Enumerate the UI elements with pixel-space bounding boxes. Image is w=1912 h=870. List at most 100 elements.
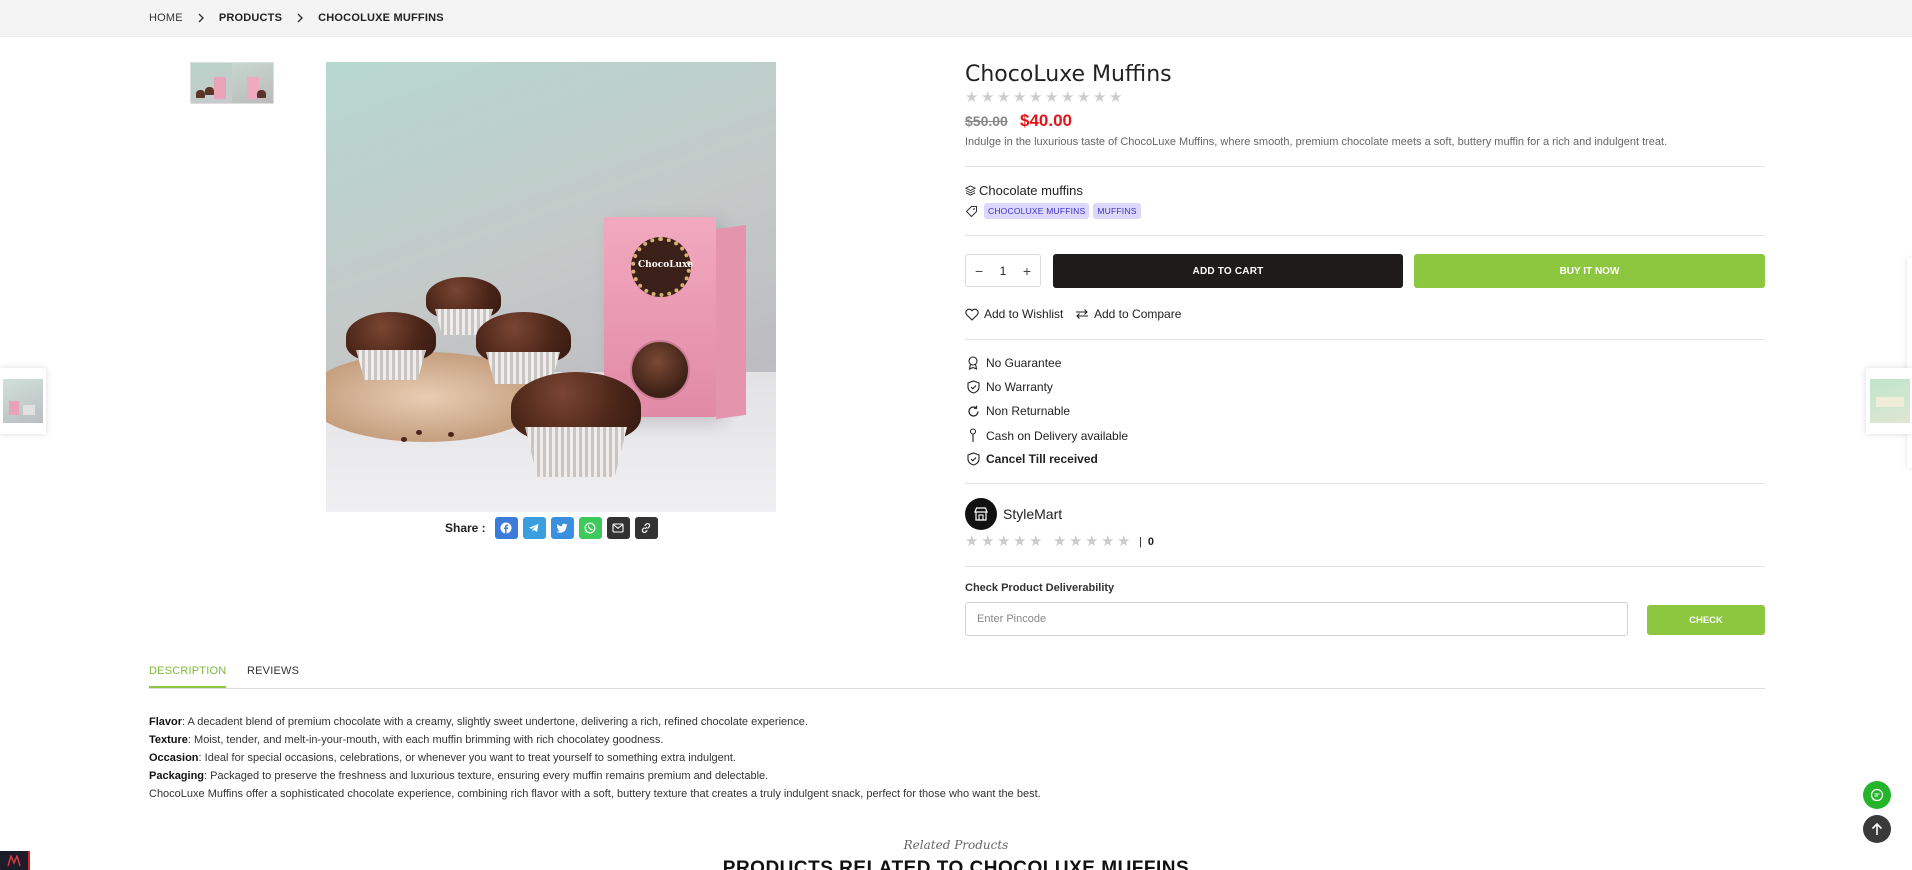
category-label[interactable]: Chocolate muffins xyxy=(979,183,1083,198)
thumbnail-image-1 xyxy=(191,63,232,103)
whatsapp-icon[interactable] xyxy=(578,517,602,539)
star-icon: ★ xyxy=(1045,89,1059,106)
star-icon: ★ xyxy=(1093,89,1107,106)
add-to-wishlist-link[interactable]: Add to Wishlist xyxy=(965,307,1063,321)
divider xyxy=(965,235,1765,236)
tag-muffins[interactable]: MUFFINS xyxy=(1093,203,1141,219)
current-price: $40.00 xyxy=(1020,111,1072,130)
star-icon: ★ xyxy=(965,89,979,106)
star-icon: ★ xyxy=(997,89,1011,106)
thumbnail-image-2 xyxy=(232,63,273,103)
pincode-input[interactable] xyxy=(965,602,1628,636)
star-icon: ★ xyxy=(1053,533,1067,550)
decrease-button[interactable]: − xyxy=(975,263,983,279)
next-product-image xyxy=(1870,379,1910,423)
link-icon[interactable] xyxy=(634,517,658,539)
breadcrumb-bar: HOME PRODUCTS CHOCOLUXE MUFFINS xyxy=(0,0,1912,37)
old-price: $50.00 xyxy=(965,113,1008,129)
chat-icon xyxy=(1870,788,1884,802)
scroll-top-button[interactable] xyxy=(1863,815,1891,843)
star-icon: ★ xyxy=(1029,533,1043,550)
breadcrumb-home[interactable]: HOME xyxy=(149,12,183,24)
award-icon xyxy=(965,356,981,370)
star-icon: ★ xyxy=(1029,89,1043,106)
feature-cash-on-delivery: Cash on Delivery available xyxy=(965,428,1128,443)
star-icon: ★ xyxy=(997,533,1011,550)
chevron-right-icon xyxy=(296,13,304,23)
packaging-label: Packaging xyxy=(149,770,205,782)
facebook-icon[interactable] xyxy=(494,517,518,539)
previous-product-image xyxy=(3,379,43,423)
breadcrumb: HOME PRODUCTS CHOCOLUXE MUFFINS xyxy=(149,12,444,24)
product-rating: ★ ★ ★ ★ ★ ★ ★ ★ ★ ★ xyxy=(965,89,1125,106)
star-icon: ★ xyxy=(1109,89,1123,106)
divider xyxy=(965,339,1765,340)
increase-button[interactable]: + xyxy=(1023,263,1031,279)
flavor-text: : A decadent blend of premium chocolate … xyxy=(182,716,808,728)
star-icon: ★ xyxy=(1077,89,1091,106)
buy-now-button[interactable]: BUY IT NOW xyxy=(1414,254,1765,288)
check-button[interactable]: CHECK xyxy=(1647,605,1765,635)
deliverability-label: Check Product Deliverability xyxy=(965,582,1115,594)
texture-text: : Moist, tender, and melt-in-your-mouth,… xyxy=(187,734,664,746)
short-description: Indulge in the luxurious taste of ChocoL… xyxy=(965,136,1668,148)
breadcrumb-products[interactable]: PRODUCTS xyxy=(219,12,282,24)
telegram-icon[interactable] xyxy=(522,517,546,539)
related-title: PRODUCTS RELATED TO CHOCOLUXE MUFFINS xyxy=(722,858,1190,870)
flavor-line: Flavor: A decadent blend of premium choc… xyxy=(149,713,1041,731)
star-icon: ★ xyxy=(1013,533,1027,550)
star-icon: ★ xyxy=(965,533,979,550)
tab-reviews[interactable]: REVIEWS xyxy=(247,665,299,686)
flavor-label: Flavor xyxy=(149,716,183,728)
product-title: ChocoLuxe Muffins xyxy=(965,62,1172,87)
category-row: Chocolate muffins xyxy=(965,183,1083,198)
feature-label: No Warranty xyxy=(986,380,1053,394)
twitter-icon[interactable] xyxy=(550,517,574,539)
feature-label: Non Returnable xyxy=(986,404,1071,418)
shield-check-icon xyxy=(965,380,981,394)
share-label: Share : xyxy=(445,521,486,535)
chat-button[interactable] xyxy=(1863,781,1891,809)
arrow-up-icon xyxy=(1871,822,1883,835)
product-main-image[interactable]: ChocoLuxe xyxy=(326,62,776,512)
previous-product-preview[interactable] xyxy=(0,368,46,434)
seller-logo[interactable] xyxy=(965,498,997,530)
divider xyxy=(965,483,1765,484)
shield-check-icon xyxy=(965,452,981,466)
compare-icon xyxy=(1075,308,1089,320)
occasion-label: Occasion xyxy=(149,752,199,764)
tag-chocoluxe-muffins[interactable]: CHOCOLUXE MUFFINS xyxy=(984,203,1090,219)
product-thumbnail[interactable] xyxy=(190,62,274,104)
divider xyxy=(965,166,1765,167)
feature-label: Cancel Till received xyxy=(986,452,1098,466)
star-icon: ★ xyxy=(1117,533,1131,550)
feature-label: No Guarantee xyxy=(986,356,1062,370)
breadcrumb-current: CHOCOLUXE MUFFINS xyxy=(318,12,444,24)
quantity-stepper: − 1 + xyxy=(965,254,1041,287)
occasion-text: : Ideal for special occasions, celebrati… xyxy=(198,752,736,764)
star-icon: ★ xyxy=(1061,89,1075,106)
star-icon: ★ xyxy=(1101,533,1115,550)
next-product-edge xyxy=(1907,258,1912,468)
add-to-cart-button[interactable]: ADD TO CART xyxy=(1053,254,1403,288)
tag-icon xyxy=(965,205,978,218)
add-to-compare-link[interactable]: Add to Compare xyxy=(1075,307,1181,321)
seller-name[interactable]: StyleMart xyxy=(1003,506,1062,522)
star-icon: ★ xyxy=(1085,533,1099,550)
related-subtitle: Related Products xyxy=(903,838,1009,852)
tab-description[interactable]: DESCRIPTION xyxy=(149,665,227,688)
next-product-preview[interactable] xyxy=(1866,368,1912,434)
description-content: Flavor: A decadent blend of premium choc… xyxy=(149,713,1041,803)
corner-logo[interactable] xyxy=(0,851,30,870)
review-count: 0 xyxy=(1147,536,1154,548)
mail-icon[interactable] xyxy=(606,517,630,539)
share-row: Share : xyxy=(445,517,658,539)
star-icon: ★ xyxy=(1069,533,1083,550)
feature-non-returnable: Non Returnable xyxy=(965,404,1070,418)
star-icon: ★ xyxy=(1013,89,1027,106)
packaging-text: : Packaged to preserve the freshness and… xyxy=(204,770,769,782)
quantity-value[interactable]: 1 xyxy=(1000,264,1007,278)
occasion-line: Occasion: Ideal for special occasions, c… xyxy=(149,749,1041,767)
product-tabs: DESCRIPTION REVIEWS xyxy=(149,665,1765,689)
star-icon: ★ xyxy=(981,89,995,106)
